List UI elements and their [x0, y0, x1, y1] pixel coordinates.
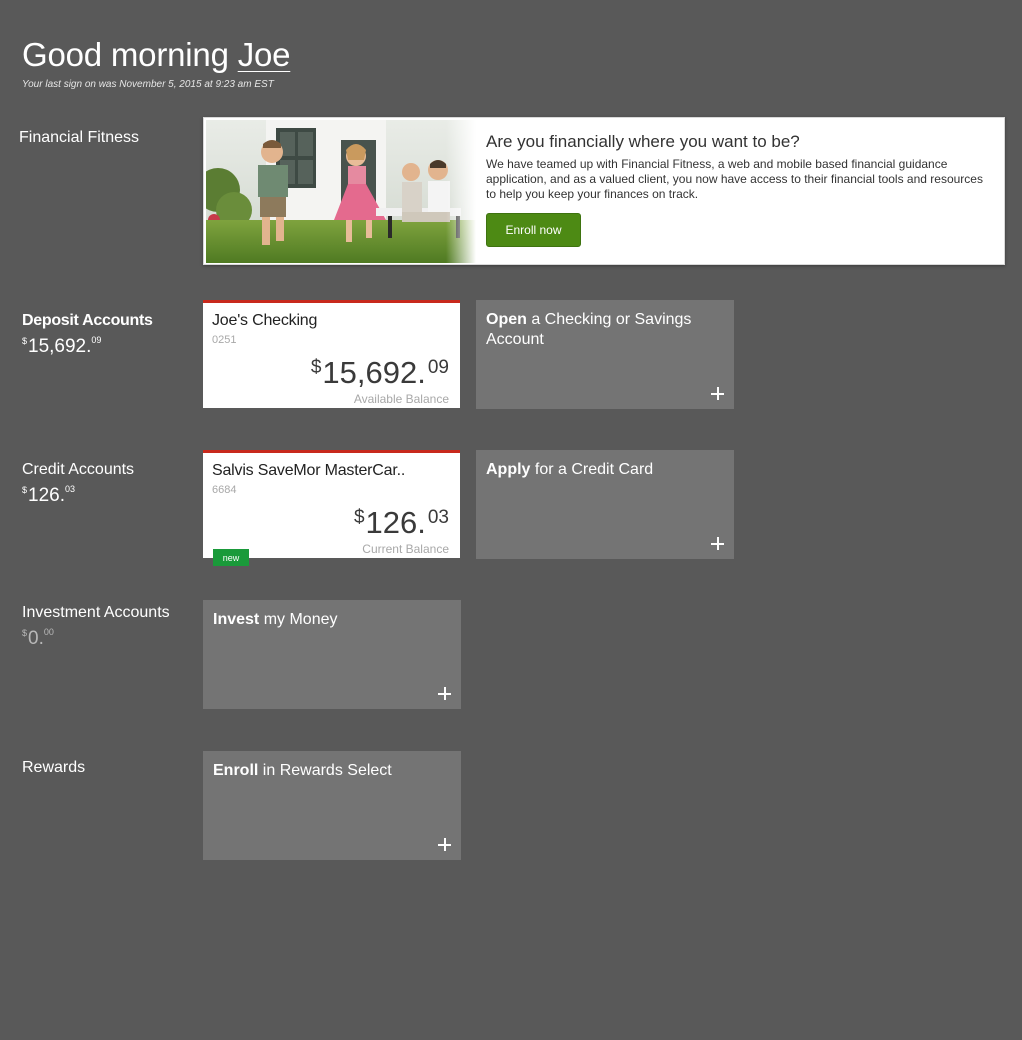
- checking-account-card[interactable]: Joe's Checking 0251 $15,692. 09 Available…: [203, 300, 460, 408]
- credit-accounts-label[interactable]: Credit Accounts: [22, 461, 134, 479]
- greeting-heading: Good morning Joe: [22, 36, 290, 74]
- enroll-rewards-text: Enroll in Rewards Select: [213, 761, 443, 781]
- credit-total-cents: 03: [65, 484, 76, 494]
- apply-bold: Apply: [486, 461, 531, 478]
- deposit-accounts-label[interactable]: Deposit Accounts: [22, 312, 153, 330]
- financial-fitness-banner: Are you financially where you want to be…: [203, 117, 1005, 265]
- credit-total-whole: 126.: [28, 485, 65, 506]
- deposit-total: $15,692.09: [22, 335, 101, 358]
- balance-whole: 15,692.: [322, 355, 426, 390]
- apply-credit-card-tile[interactable]: Apply for a Credit Card: [476, 450, 734, 559]
- balance-label: Current Balance: [362, 542, 449, 556]
- account-name: Joe's Checking: [212, 312, 318, 329]
- open-account-text: Open a Checking or Savings Account: [486, 310, 716, 350]
- open-account-tile[interactable]: Open a Checking or Savings Account: [476, 300, 734, 409]
- banner-title: Are you financially where you want to be…: [486, 132, 800, 151]
- new-badge: new: [213, 549, 249, 566]
- open-account-bold: Open: [486, 311, 527, 328]
- balance-currency: $: [353, 507, 365, 528]
- account-balance: $126. 03: [354, 505, 449, 541]
- balance-currency: $: [310, 357, 322, 378]
- last-signon-text: Your last sign on was November 5, 2015 a…: [22, 79, 274, 90]
- invest-money-tile[interactable]: Invest my Money: [203, 600, 461, 709]
- invest-rest: my Money: [259, 611, 338, 628]
- investment-total-cents: 00: [43, 627, 54, 637]
- account-number: 6684: [212, 484, 237, 496]
- investment-accounts-label[interactable]: Investment Accounts: [22, 604, 170, 622]
- plus-icon: [711, 537, 724, 550]
- balance-whole: 126.: [365, 505, 426, 540]
- balance-cents: 03: [427, 507, 449, 528]
- investment-total-whole: 0.: [28, 628, 44, 649]
- family-photo: [206, 120, 476, 263]
- user-name-link[interactable]: Joe: [238, 36, 291, 73]
- greeting-text: Good morning: [22, 36, 229, 73]
- plus-icon: [438, 687, 451, 700]
- credit-card-account-card[interactable]: Salvis SaveMor MasterCar.. 6684 $126. 03 …: [203, 450, 460, 566]
- account-balance: $15,692. 09: [311, 355, 449, 391]
- account-number: 0251: [212, 334, 237, 346]
- investment-total: $0.00: [22, 627, 54, 650]
- banner-description: We have teamed up with Financial Fitness…: [486, 157, 983, 201]
- apply-credit-card-text: Apply for a Credit Card: [486, 460, 716, 480]
- plus-icon: [438, 838, 451, 851]
- enroll-rest: in Rewards Select: [258, 762, 392, 779]
- credit-total-currency: $: [22, 485, 28, 495]
- plus-icon: [711, 387, 724, 400]
- invest-bold: Invest: [213, 611, 260, 628]
- rewards-label[interactable]: Rewards: [22, 759, 85, 777]
- invest-money-text: Invest my Money: [213, 610, 443, 630]
- deposit-total-whole: 15,692.: [28, 336, 92, 357]
- balance-label: Available Balance: [353, 392, 449, 406]
- balance-cents: 09: [427, 357, 449, 378]
- deposit-total-currency: $: [22, 336, 28, 346]
- investment-total-currency: $: [22, 628, 28, 638]
- apply-rest: for a Credit Card: [530, 461, 654, 478]
- credit-total: $126.03: [22, 484, 75, 507]
- enroll-now-button[interactable]: Enroll now: [486, 213, 581, 247]
- enroll-rewards-tile[interactable]: Enroll in Rewards Select: [203, 751, 461, 860]
- account-name: Salvis SaveMor MasterCar..: [212, 462, 406, 479]
- enroll-bold: Enroll: [213, 762, 259, 779]
- deposit-total-cents: 09: [91, 335, 102, 345]
- financial-fitness-label: Financial Fitness: [19, 129, 140, 146]
